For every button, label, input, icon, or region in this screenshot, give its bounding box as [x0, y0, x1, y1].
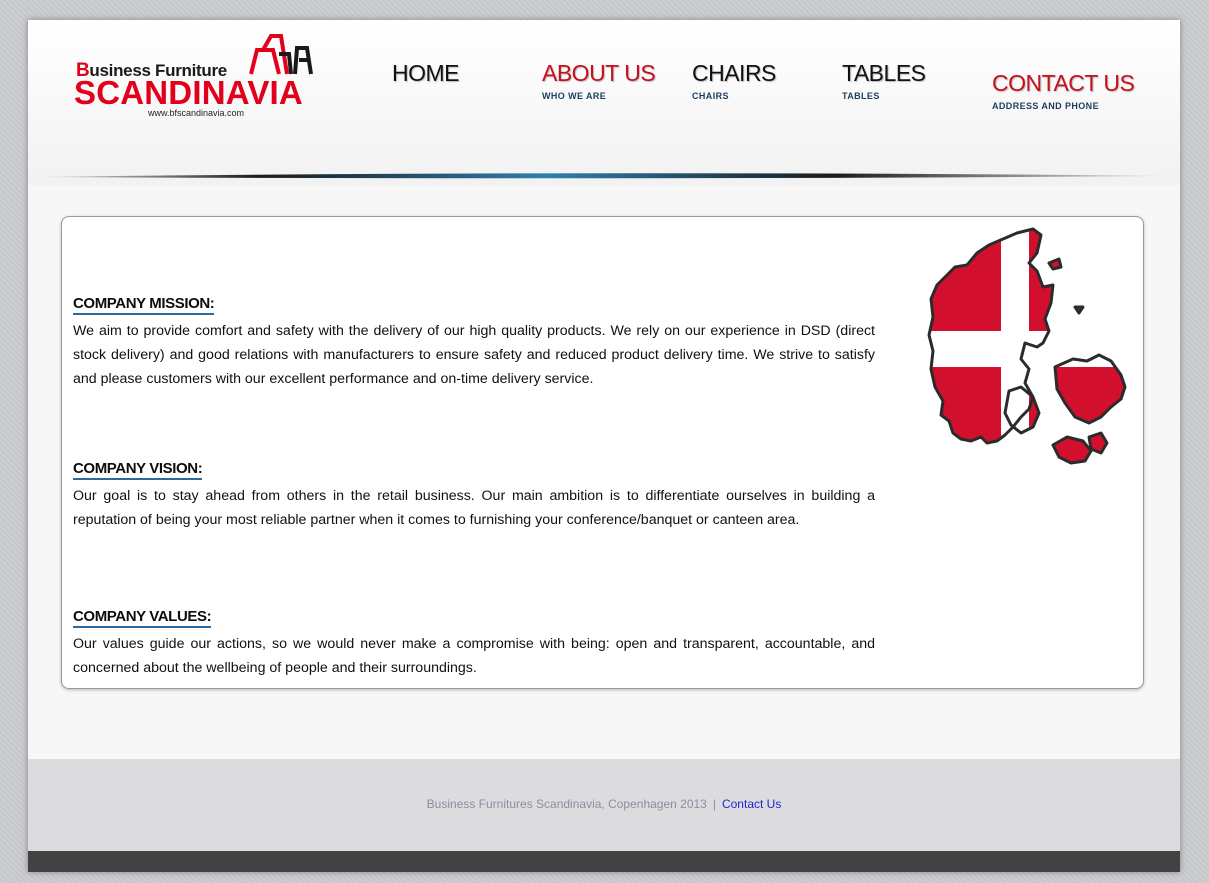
nav-chairs-sub: CHAIRS: [692, 91, 729, 101]
nav-tables-sub: TABLES: [842, 91, 880, 101]
denmark-flag-map-icon: [927, 227, 1127, 465]
section-title: COMPANY VALUES:: [73, 608, 212, 628]
header: Business Furniture SCANDINAVIA www.bfsca…: [28, 20, 1180, 185]
section-mission: COMPANY MISSION: We aim to provide comfo…: [73, 293, 875, 391]
logo[interactable]: Business Furniture SCANDINAVIA www.bfsca…: [74, 34, 334, 134]
nav-chairs-label: CHAIRS: [692, 60, 776, 86]
nav-contact-us-sub: ADDRESS AND PHONE: [992, 101, 1099, 111]
nav-contact-us[interactable]: CONTACT US ADDRESS AND PHONE: [992, 70, 1135, 111]
nav-tables-label: TABLES: [842, 60, 926, 86]
bottom-bar: [28, 851, 1180, 872]
footer-text: Business Furnitures Scandinavia, Copenha…: [28, 797, 1180, 811]
section-vision: COMPANY VISION: Our goal is to stay ahea…: [73, 458, 875, 532]
section-title: COMPANY MISSION:: [73, 295, 215, 315]
nav-about-us-label: ABOUT US: [542, 60, 656, 86]
logo-url: www.bfscandinavia.com: [148, 108, 245, 118]
section-title: COMPANY VISION:: [73, 460, 203, 480]
section-text: Our goal is to stay ahead from others in…: [73, 488, 875, 528]
section-text: Our values guide our actions, so we woul…: [73, 636, 875, 676]
nav-chairs[interactable]: CHAIRS CHAIRS: [692, 60, 776, 101]
nav-tables[interactable]: TABLES TABLES: [842, 60, 926, 101]
page: Business Furniture SCANDINAVIA www.bfsca…: [28, 20, 1180, 872]
nav-home[interactable]: HOME: [392, 60, 460, 87]
logo-title: SCANDINAVIA: [74, 74, 303, 111]
nav-home-label: HOME: [392, 60, 460, 86]
chair-logo-icon: [249, 34, 313, 75]
section-values: COMPANY VALUES: Our values guide our act…: [73, 606, 875, 680]
footer-separator: |: [712, 797, 716, 811]
nav-about-us-sub: WHO WE ARE: [542, 91, 607, 101]
nav-about-us[interactable]: ABOUT US WHO WE ARE: [542, 60, 656, 101]
content-box: COMPANY MISSION: We aim to provide comfo…: [61, 216, 1144, 689]
nav-contact-us-label: CONTACT US: [992, 70, 1135, 96]
header-divider: [28, 173, 1180, 179]
footer: Business Furnitures Scandinavia, Copenha…: [28, 759, 1180, 851]
section-text: We aim to provide comfort and safety wit…: [73, 323, 875, 387]
footer-contact-link[interactable]: Contact Us: [722, 797, 781, 811]
footer-copyright: Business Furnitures Scandinavia, Copenha…: [426, 797, 707, 811]
